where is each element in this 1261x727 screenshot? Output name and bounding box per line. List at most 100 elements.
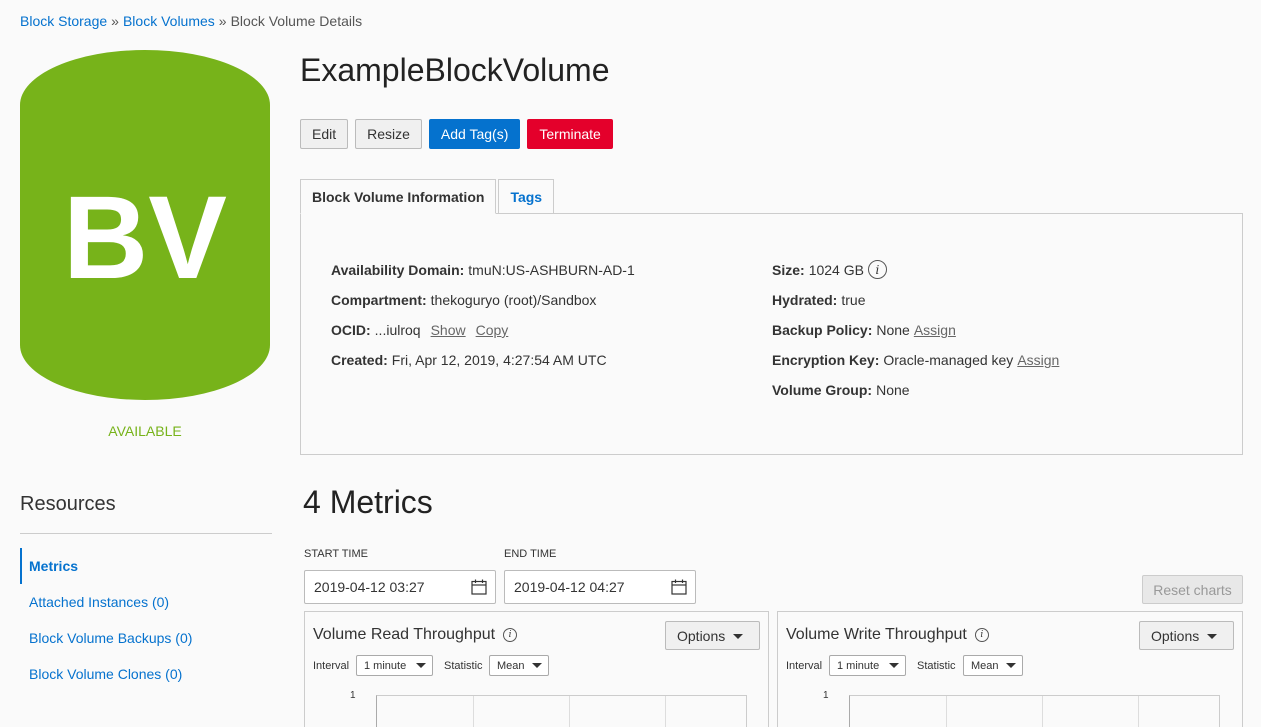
gridline (1042, 696, 1043, 727)
resource-item-block-volume-backups[interactable]: Block Volume Backups (0) (20, 620, 272, 656)
gridline (473, 696, 474, 727)
breadcrumb-block-storage[interactable]: Block Storage (20, 13, 107, 29)
resource-item-metrics[interactable]: Metrics (20, 548, 272, 584)
start-time-input[interactable]: 2019-04-12 03:27 (304, 570, 496, 604)
gridline (665, 696, 666, 727)
terminate-button[interactable]: Terminate (527, 119, 613, 149)
options-button[interactable]: Options (1139, 621, 1234, 650)
add-tags-button[interactable]: Add Tag(s) (428, 119, 521, 149)
statistic-select[interactable]: Mean (489, 655, 549, 676)
backup-policy-value: None (876, 322, 910, 338)
block-volume-icon: BV (20, 50, 270, 400)
chart-title-text: Volume Write Throughput (786, 626, 967, 643)
compartment-label: Compartment: (331, 292, 427, 308)
encryption-key-assign-link[interactable]: Assign (1017, 351, 1059, 369)
y-axis-tick-label: 1 (823, 690, 829, 701)
start-time-label: START TIME (304, 548, 368, 560)
y-axis-tick-label: 1 (350, 690, 356, 701)
end-time-input[interactable]: 2019-04-12 04:27 (504, 570, 696, 604)
interval-label: Interval (313, 660, 350, 672)
statistic-value: Mean (971, 659, 999, 672)
ocid-label: OCID: (331, 322, 371, 338)
options-label: Options (677, 627, 726, 644)
resources-heading: Resources (20, 493, 116, 515)
ocid-show-link[interactable]: Show (431, 321, 466, 339)
availability-domain-label: Availability Domain: (331, 262, 465, 278)
info-icon[interactable]: i (867, 260, 887, 279)
hydrated-value: true (841, 292, 866, 308)
end-time-label: END TIME (504, 548, 557, 560)
ocid-copy-link[interactable]: Copy (476, 321, 509, 339)
resource-item-attached-instances[interactable]: Attached Instances (0) (20, 584, 272, 620)
resources-divider (20, 533, 272, 534)
chart-card-write-throughput: Volume Write Throughput i Options Interv… (777, 611, 1243, 727)
metrics-heading: 4 Metrics (303, 484, 433, 520)
info-column-left: Availability Domain: tmuN:US-ASHBURN-AD-… (331, 261, 635, 381)
calendar-icon[interactable] (471, 579, 487, 595)
statistic-select[interactable]: Mean (963, 655, 1023, 676)
chart-plot-area (376, 695, 747, 727)
volume-group-value: None (876, 382, 910, 398)
gridline (946, 696, 947, 727)
encryption-key-row: Encryption Key: Oracle-managed key Assig… (772, 351, 1059, 381)
chart-title-text: Volume Read Throughput (313, 626, 496, 643)
block-volume-info-panel: Availability Domain: tmuN:US-ASHBURN-AD-… (300, 213, 1243, 455)
interval-select[interactable]: 1 minute (829, 655, 906, 676)
status-badge: AVAILABLE (108, 423, 182, 439)
tab-block-volume-information[interactable]: Block Volume Information (300, 179, 497, 214)
calendar-icon[interactable] (671, 579, 687, 595)
size-value: 1024 GB (808, 262, 864, 278)
statistic-label: Statistic (444, 660, 483, 672)
availability-domain-value: tmuN:US-ASHBURN-AD-1 (468, 262, 635, 278)
chevron-down-icon (532, 663, 542, 668)
chevron-down-icon (889, 663, 899, 668)
hydrated-label: Hydrated: (772, 292, 838, 308)
ocid-value: ...iulroq (374, 322, 421, 338)
info-column-right: Size: 1024 GB i Hydrated: true Backup Po… (772, 260, 1059, 411)
resources-nav: Metrics Attached Instances (0) Block Vol… (20, 548, 272, 692)
end-time-value: 2019-04-12 04:27 (514, 579, 625, 595)
resource-item-block-volume-clones[interactable]: Block Volume Clones (0) (20, 656, 272, 692)
chevron-down-icon (733, 634, 743, 639)
resize-button[interactable]: Resize (355, 119, 422, 149)
start-time-value: 2019-04-12 03:27 (314, 579, 425, 595)
backup-policy-label: Backup Policy: (772, 322, 873, 338)
created-value: Fri, Apr 12, 2019, 4:27:54 AM UTC (391, 352, 607, 368)
statistic-label: Statistic (917, 660, 956, 672)
availability-domain-row: Availability Domain: tmuN:US-ASHBURN-AD-… (331, 261, 635, 291)
volume-group-row: Volume Group: None (772, 381, 1059, 411)
chart-title: Volume Read Throughput i (313, 626, 518, 644)
compartment-value: thekoguryo (root)/Sandbox (430, 292, 597, 308)
size-row: Size: 1024 GB i (772, 260, 1059, 291)
interval-select[interactable]: 1 minute (356, 655, 433, 676)
size-label: Size: (772, 262, 805, 278)
chart-title: Volume Write Throughput i (786, 626, 989, 644)
info-icon[interactable]: i (503, 628, 518, 642)
statistic-value: Mean (497, 659, 525, 672)
block-volume-icon-label: BV (63, 172, 227, 304)
options-label: Options (1151, 627, 1200, 644)
chart-card-read-throughput: Volume Read Throughput i Options Interva… (304, 611, 769, 727)
created-label: Created: (331, 352, 388, 368)
options-button[interactable]: Options (665, 621, 760, 650)
gridline (569, 696, 570, 727)
gridline (1138, 696, 1139, 727)
backup-policy-assign-link[interactable]: Assign (914, 321, 956, 339)
compartment-row: Compartment: thekoguryo (root)/Sandbox (331, 291, 635, 321)
chart-plot-area (849, 695, 1220, 727)
edit-button[interactable]: Edit (300, 119, 349, 149)
tab-tags[interactable]: Tags (498, 179, 555, 214)
page-title: ExampleBlockVolume (300, 52, 610, 88)
chevron-down-icon (1207, 634, 1217, 639)
interval-value: 1 minute (837, 659, 880, 672)
interval-label: Interval (786, 660, 823, 672)
encryption-key-label: Encryption Key: (772, 352, 880, 368)
action-bar: Edit Resize Add Tag(s) Terminate (300, 119, 613, 149)
info-icon[interactable]: i (974, 628, 989, 642)
interval-value: 1 minute (364, 659, 407, 672)
created-row: Created: Fri, Apr 12, 2019, 4:27:54 AM U… (331, 351, 635, 381)
backup-policy-row: Backup Policy: None Assign (772, 321, 1059, 351)
reset-charts-button[interactable]: Reset charts (1142, 575, 1243, 604)
breadcrumb-block-volumes[interactable]: Block Volumes (123, 13, 215, 29)
volume-group-label: Volume Group: (772, 382, 873, 398)
